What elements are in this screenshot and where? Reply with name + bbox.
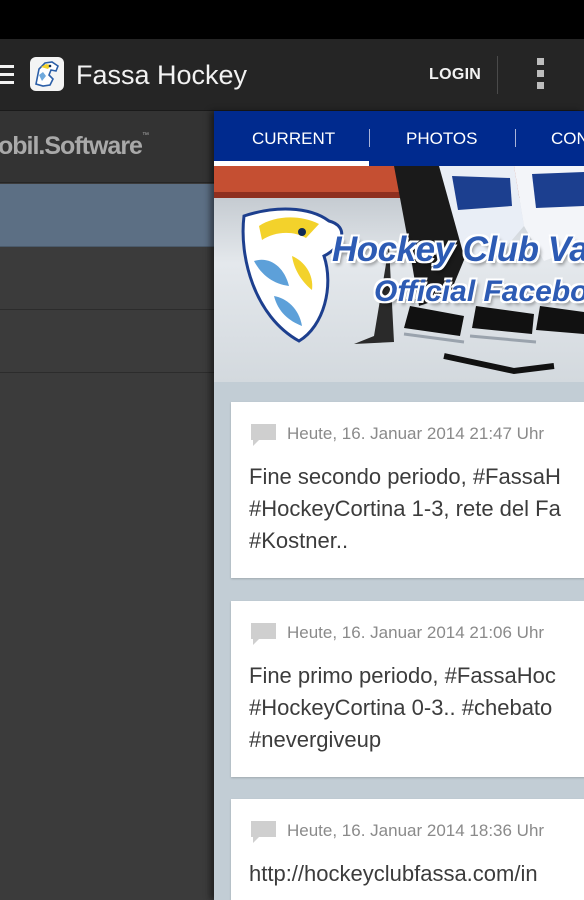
feed-post[interactable]: Heute, 16. Januar 2014 21:47 Uhr Fine se…	[231, 402, 584, 578]
tab-separator	[515, 129, 516, 147]
app-title: Fassa Hockey	[76, 60, 248, 90]
login-button[interactable]: LOGIN	[429, 66, 481, 84]
overflow-menu-icon[interactable]	[537, 58, 545, 92]
tab-contact[interactable]: CON	[551, 129, 584, 149]
banner-artwork	[214, 166, 584, 382]
drawer-item-2[interactable]	[0, 247, 214, 310]
banner-subtitle: Official Facebo	[374, 275, 584, 308]
hamburger-icon[interactable]	[0, 65, 14, 85]
comment-icon	[251, 623, 276, 645]
post-text: Fine secondo periodo, #FassaH #HockeyCor…	[249, 464, 561, 553]
post-date: Heute, 16. Januar 2014 21:06 Uhr	[287, 623, 545, 642]
tab-separator	[369, 129, 370, 147]
post-date: Heute, 16. Januar 2014 21:47 Uhr	[287, 424, 545, 443]
post-date: Heute, 16. Januar 2014 18:36 Uhr	[287, 821, 545, 840]
main-content: CURRENT PHOTOS CON Hockey Club Va Offici…	[214, 111, 584, 900]
action-bar-divider	[497, 56, 498, 94]
comment-icon	[251, 424, 276, 446]
feed-post[interactable]: Heute, 16. Januar 2014 18:36 Uhr http://…	[231, 799, 584, 900]
drawer-header: obil.Software™	[0, 111, 214, 183]
drawer-item-3[interactable]	[0, 310, 214, 373]
status-bar	[0, 0, 584, 39]
eagle-logo-icon[interactable]	[30, 57, 64, 91]
post-link[interactable]: http://hockeyclubfassa.com/in	[249, 858, 584, 890]
action-bar: Fassa Hockey LOGIN	[0, 39, 584, 111]
drawer-item-1[interactable]	[0, 184, 214, 247]
tab-photos[interactable]: PHOTOS	[406, 129, 477, 149]
banner-title: Hockey Club Va	[332, 230, 584, 269]
tab-current[interactable]: CURRENT	[252, 129, 335, 149]
header-banner: Hockey Club Va Official Facebo	[214, 166, 584, 382]
comment-icon	[251, 821, 276, 843]
feed-post[interactable]: Heute, 16. Januar 2014 21:06 Uhr Fine pr…	[231, 601, 584, 777]
post-text: Fine primo periodo, #FassaHoc #HockeyCor…	[249, 663, 556, 752]
tab-bar: CURRENT PHOTOS CON	[214, 111, 584, 166]
drawer-brand-logo: obil.Software™	[0, 132, 149, 160]
navigation-drawer: obil.Software™	[0, 111, 214, 900]
